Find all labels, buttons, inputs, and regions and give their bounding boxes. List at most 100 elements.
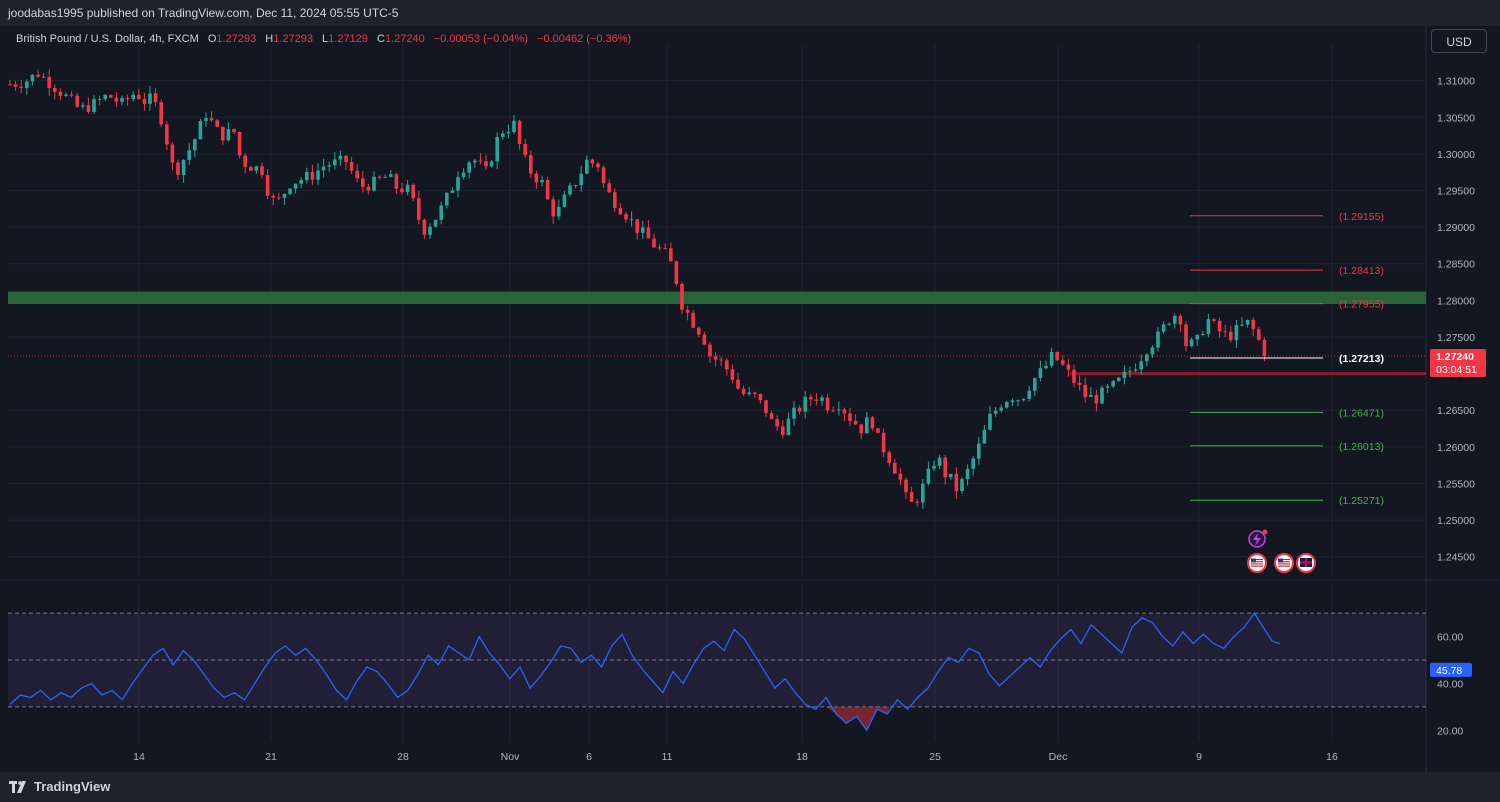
candle-body xyxy=(226,129,231,141)
symbol-name[interactable]: British Pound / U.S. Dollar, 4h, FXCM xyxy=(16,33,199,45)
uk-flag-cross xyxy=(1300,561,1312,564)
time-axis-label: 21 xyxy=(265,751,277,763)
candle-body xyxy=(271,195,275,198)
candle-body xyxy=(293,183,298,189)
chart-canvas[interactable]: (1.29155) (1.28413) (1.27955) (1.27213) (1.2… xyxy=(0,26,1500,772)
candle-body xyxy=(13,84,18,87)
candle-body xyxy=(965,468,970,480)
us-flag-stripe xyxy=(1251,563,1263,565)
candle-body xyxy=(713,356,718,360)
candle-body xyxy=(629,219,634,221)
candle-body xyxy=(327,165,331,167)
key-level-label: (1.26013) xyxy=(1339,441,1384,453)
candle-body xyxy=(411,184,415,199)
candle-body xyxy=(921,483,925,503)
key-level-label: (1.27213) xyxy=(1339,353,1384,365)
candle-body xyxy=(484,161,488,167)
candle-body xyxy=(232,129,236,132)
candle-body xyxy=(685,309,690,313)
candle-body xyxy=(573,185,578,187)
candle-body xyxy=(125,98,130,100)
candle-body xyxy=(607,183,611,193)
candle-body xyxy=(680,283,684,310)
candle-body xyxy=(8,84,12,86)
candle-body xyxy=(1033,378,1037,391)
us-flag-stripe xyxy=(1251,565,1263,567)
candle-body xyxy=(977,443,981,459)
candle-body xyxy=(355,170,359,179)
candle-body xyxy=(764,400,768,414)
key-level-label: (1.25271) xyxy=(1339,495,1384,507)
price-axis-label: 1.25000 xyxy=(1437,515,1475,527)
price-axis-label: 1.29500 xyxy=(1437,185,1475,197)
candle-body xyxy=(529,155,533,174)
candle-body xyxy=(417,198,421,220)
key-level-label: (1.26471) xyxy=(1339,407,1384,419)
candle-body xyxy=(1184,324,1188,347)
candle-body xyxy=(1111,380,1115,387)
candle-body xyxy=(1240,324,1244,326)
candle-body xyxy=(641,227,645,233)
rsi-current-value: 45.78 xyxy=(1436,665,1462,677)
candle-body xyxy=(949,473,953,478)
candle-body xyxy=(321,166,326,171)
candle-body xyxy=(657,247,662,249)
candle-body xyxy=(1257,329,1261,340)
candle-body xyxy=(25,81,29,89)
candle-body xyxy=(305,171,309,181)
price-axis-label: 1.27500 xyxy=(1437,332,1475,344)
candle-body xyxy=(204,118,208,121)
us-flag-canton xyxy=(1251,558,1256,563)
currency-button[interactable]: USD xyxy=(1431,29,1487,53)
candle-body xyxy=(1128,370,1132,372)
candle-body xyxy=(730,369,735,380)
candle-body xyxy=(747,392,751,395)
candle-body xyxy=(937,457,942,466)
candle-body xyxy=(540,179,544,183)
candle-body xyxy=(1005,402,1009,408)
candle-body xyxy=(187,150,191,160)
candle-body xyxy=(383,176,387,178)
tradingview-logo-icon xyxy=(9,780,26,793)
us-flag-stripe xyxy=(1278,565,1290,567)
candle-body xyxy=(590,159,595,164)
candle-body xyxy=(450,190,455,193)
candle-body xyxy=(433,219,438,227)
price-axis-label: 1.28000 xyxy=(1437,295,1475,307)
bar-countdown: 03:04:51 xyxy=(1436,364,1477,376)
candle-body xyxy=(254,166,259,171)
candle-body xyxy=(915,501,919,503)
candle-body xyxy=(926,468,931,484)
candle-body xyxy=(120,98,124,102)
time-axis-label: 11 xyxy=(662,751,673,763)
candle-body xyxy=(1089,394,1093,397)
candle-body xyxy=(1229,331,1233,341)
candle-body xyxy=(697,327,701,335)
candle-body xyxy=(41,76,46,78)
candle-body xyxy=(579,173,583,186)
candle-body xyxy=(702,334,707,345)
candle-body xyxy=(36,74,40,77)
candle-body xyxy=(904,479,908,493)
candle-body xyxy=(708,344,712,357)
candle-body xyxy=(758,394,763,401)
candle-body xyxy=(114,97,119,102)
candle-body xyxy=(1195,334,1199,340)
candle-body xyxy=(1201,333,1205,335)
low-value: 1.27129 xyxy=(328,33,368,45)
notification-dot-icon xyxy=(1262,529,1268,535)
candle-body xyxy=(506,131,511,134)
candle-body xyxy=(753,392,757,395)
us-flag-icon xyxy=(1247,553,1267,573)
rsi-axis-label: 60.00 xyxy=(1437,632,1463,644)
us-flag-stripe xyxy=(1278,563,1290,565)
price-axis-label: 1.26000 xyxy=(1437,442,1475,454)
price-axis-label: 1.26500 xyxy=(1437,405,1475,417)
candle-body xyxy=(876,428,880,433)
tradingview-logo[interactable]: TradingView xyxy=(9,779,110,794)
candle-body xyxy=(249,166,253,171)
candle-body xyxy=(999,407,1003,411)
candle-body xyxy=(193,139,197,151)
candle-body xyxy=(333,159,337,166)
candle-body xyxy=(81,105,85,107)
